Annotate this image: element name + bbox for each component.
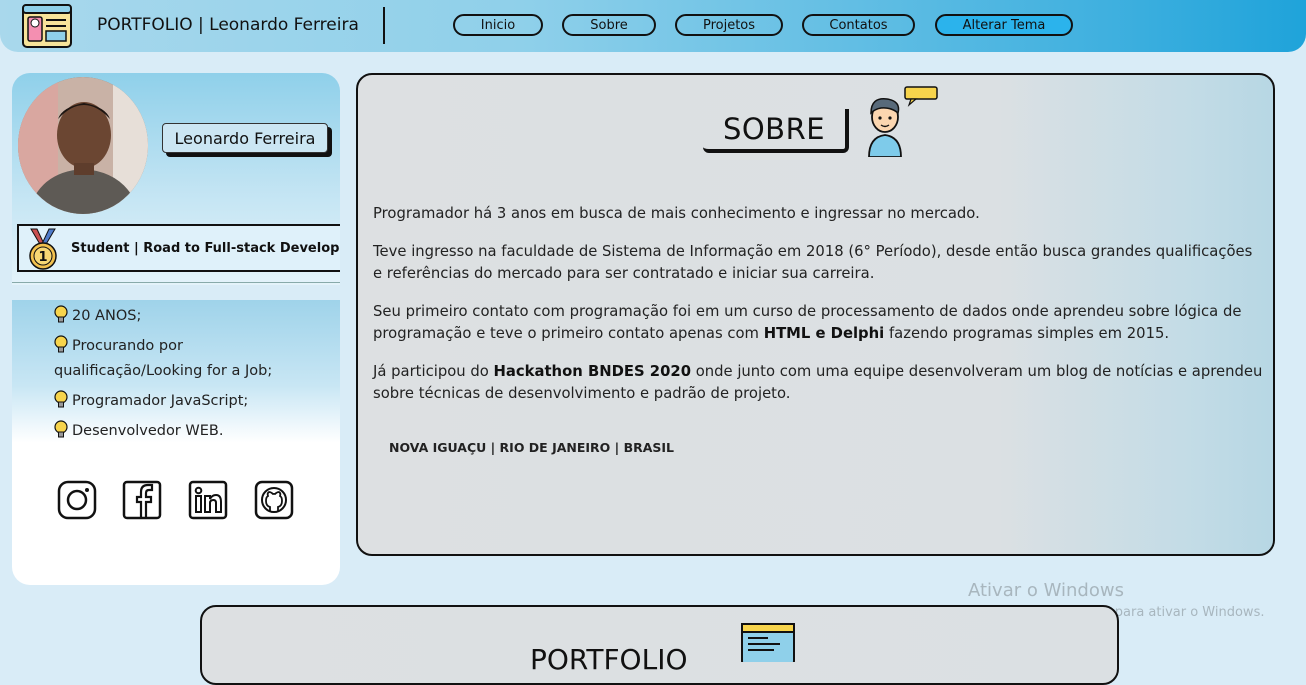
- about-paragraph: Seu primeiro contato com programação foi…: [373, 303, 1242, 342]
- nav-projetos-button[interactable]: Projetos: [675, 14, 783, 36]
- lightbulb-icon: [54, 305, 68, 323]
- info-item: Procurando por qualificação/Looking for …: [54, 334, 324, 384]
- facebook-icon[interactable]: [122, 480, 162, 520]
- lightbulb-icon: [54, 420, 68, 438]
- github-icon[interactable]: [254, 480, 294, 520]
- profile-card: Leonardo Ferreira 1 Student | Road to Fu…: [12, 73, 340, 285]
- location-text: NOVA IGUAÇU | RIO DE JANEIRO | BRASIL: [389, 440, 675, 455]
- svg-text:1: 1: [38, 250, 47, 265]
- portfolio-title: PORTFOLIO: [530, 643, 688, 676]
- profile-separator: [12, 282, 340, 283]
- info-item: Desenvolvedor WEB.: [54, 419, 324, 444]
- about-section: SOBRE Programador há 3 anos em busca de …: [356, 73, 1275, 556]
- instagram-icon[interactable]: [57, 480, 97, 520]
- lightbulb-icon: [54, 335, 68, 353]
- person-speech-icon: [868, 86, 938, 157]
- about-paragraph: Já participou do Hackathon BNDES 2020 on…: [373, 363, 1263, 402]
- info-card: 20 ANOS; Procurando por qualificação/Loo…: [12, 300, 340, 585]
- toggle-theme-button[interactable]: Alterar Tema: [935, 14, 1073, 36]
- highlight-event: Hackathon BNDES 2020: [493, 363, 691, 380]
- avatar: [18, 77, 148, 214]
- portfolio-logo-icon: [22, 4, 72, 48]
- highlight-tech: HTML e Delphi: [763, 325, 885, 342]
- lightbulb-icon: [54, 390, 68, 408]
- linkedin-icon[interactable]: [188, 480, 228, 520]
- avatar-photo: [18, 77, 148, 214]
- site-title: PORTFOLIO | Leonardo Ferreira: [97, 15, 359, 35]
- nav-sobre-button[interactable]: Sobre: [562, 14, 656, 36]
- nav-inicio-button[interactable]: Inicio: [453, 14, 543, 36]
- about-paragraph: Programador há 3 anos em busca de mais c…: [373, 205, 980, 222]
- profile-name: Leonardo Ferreira: [162, 123, 328, 153]
- top-header: PORTFOLIO | Leonardo Ferreira Inicio Sob…: [0, 0, 1306, 52]
- medal-icon: 1: [29, 228, 57, 270]
- info-item: Programador JavaScript;: [54, 389, 324, 414]
- profile-role: Student | Road to Full-stack Developer: [71, 241, 340, 256]
- profile-badge: 1 Student | Road to Full-stack Developer: [17, 224, 340, 272]
- browser-window-icon: [741, 623, 795, 662]
- info-item: 20 ANOS;: [54, 304, 324, 329]
- social-links: [57, 480, 297, 522]
- header-divider: [383, 7, 385, 44]
- about-paragraph: Teve ingresso na faculdade de Sistema de…: [373, 243, 1253, 282]
- nav-contatos-button[interactable]: Contatos: [802, 14, 915, 36]
- about-text: Programador há 3 anos em busca de mais c…: [373, 203, 1263, 421]
- portfolio-section: PORTFOLIO: [200, 605, 1119, 685]
- info-list: 20 ANOS; Procurando por qualificação/Loo…: [54, 304, 324, 449]
- windows-activation-title: Ativar o Windows: [968, 580, 1124, 601]
- about-title: SOBRE: [703, 109, 849, 153]
